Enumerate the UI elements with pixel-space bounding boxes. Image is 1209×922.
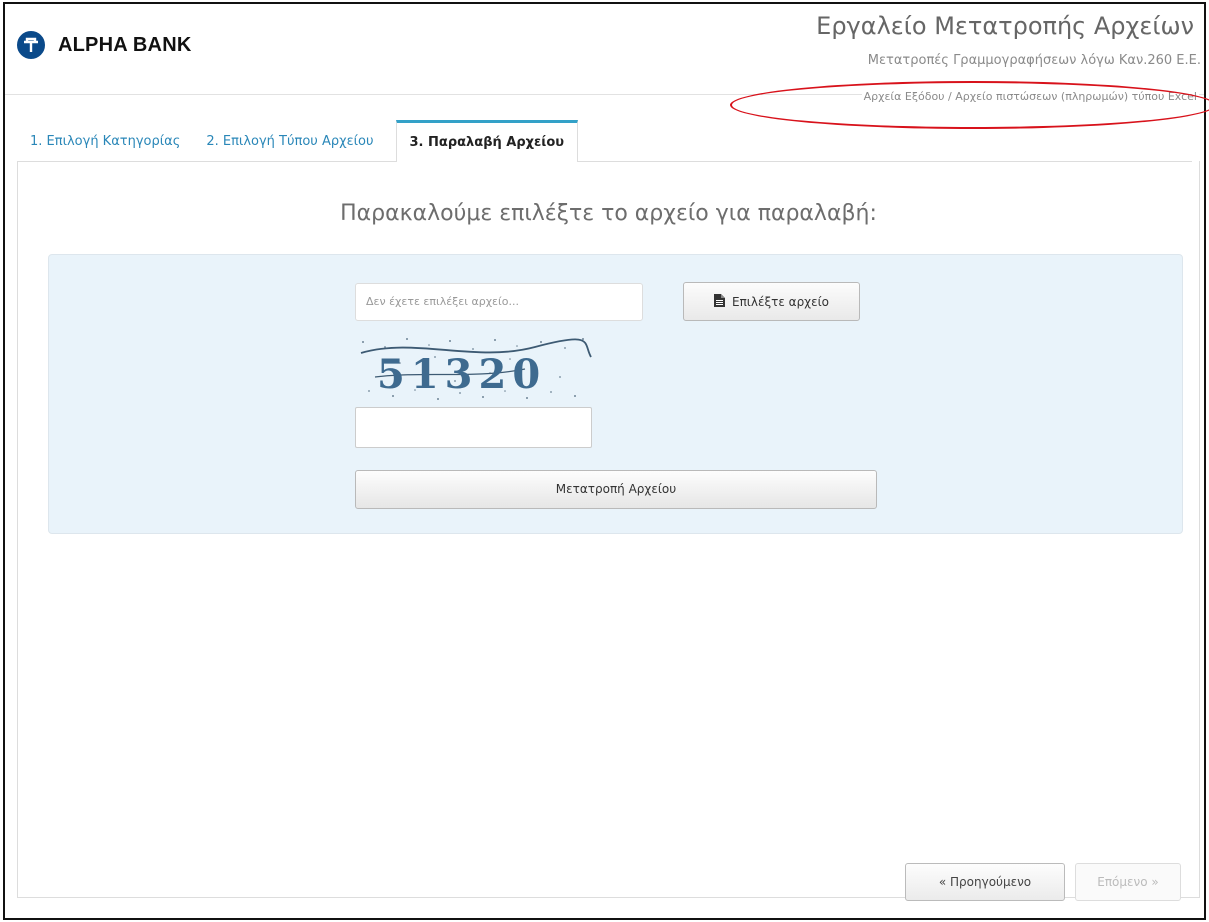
file-path-field[interactable]: Δεν έχετε επιλέξει αρχείο... xyxy=(355,283,643,321)
upload-panel: Δεν έχετε επιλέξει αρχείο... Επιλέξτε αρ… xyxy=(48,254,1183,534)
convert-file-button[interactable]: Μετατροπή Αρχείου xyxy=(355,470,877,509)
brand-logo: ALPHA BANK xyxy=(17,31,191,59)
red-annotation-ellipse xyxy=(730,81,1209,129)
wizard-tabs: 1. Επιλογή Κατηγορίας 2. Επιλογή Τύπου Α… xyxy=(17,120,579,162)
next-button[interactable]: Επόμενο » xyxy=(1075,863,1181,901)
choose-file-button[interactable]: Επιλέξτε αρχείο xyxy=(683,282,860,321)
breadcrumb: Αρχεία Εξόδου / Αρχείο πιστώσεων (πληρωμ… xyxy=(861,90,1199,103)
captcha-code: 51320 xyxy=(377,351,546,398)
file-icon xyxy=(713,293,725,310)
alpha-bank-logo-icon xyxy=(17,31,45,59)
app-subtitle: Μετατροπές Γραμμογραφήσεων λόγω Καν.260 … xyxy=(867,53,1201,68)
captcha-input[interactable] xyxy=(355,407,592,448)
tab-select-file-type[interactable]: 2. Επιλογή Τύπου Αρχείου xyxy=(193,120,386,162)
page-prompt: Παρακαλούμε επιλέξτε το αρχείο για παραλ… xyxy=(340,201,877,226)
tab-content: Παρακαλούμε επιλέξτε το αρχείο για παραλ… xyxy=(17,161,1200,901)
tab-receive-file[interactable]: 3. Παραλαβή Αρχείου xyxy=(395,120,579,162)
tab-select-category[interactable]: 1. Επιλογή Κατηγορίας xyxy=(17,120,193,162)
app-frame: ALPHA BANK Εργαλείο Μετατροπής Αρχείων Μ… xyxy=(3,2,1209,920)
app-title: Εργαλείο Μετατροπής Αρχείων xyxy=(816,12,1194,40)
captcha-image: 51320 xyxy=(355,333,595,405)
choose-file-label: Επιλέξτε αρχείο xyxy=(731,294,830,309)
brand-name: ALPHA BANK xyxy=(58,33,192,56)
previous-button[interactable]: « Προηγούμενο xyxy=(905,863,1065,901)
